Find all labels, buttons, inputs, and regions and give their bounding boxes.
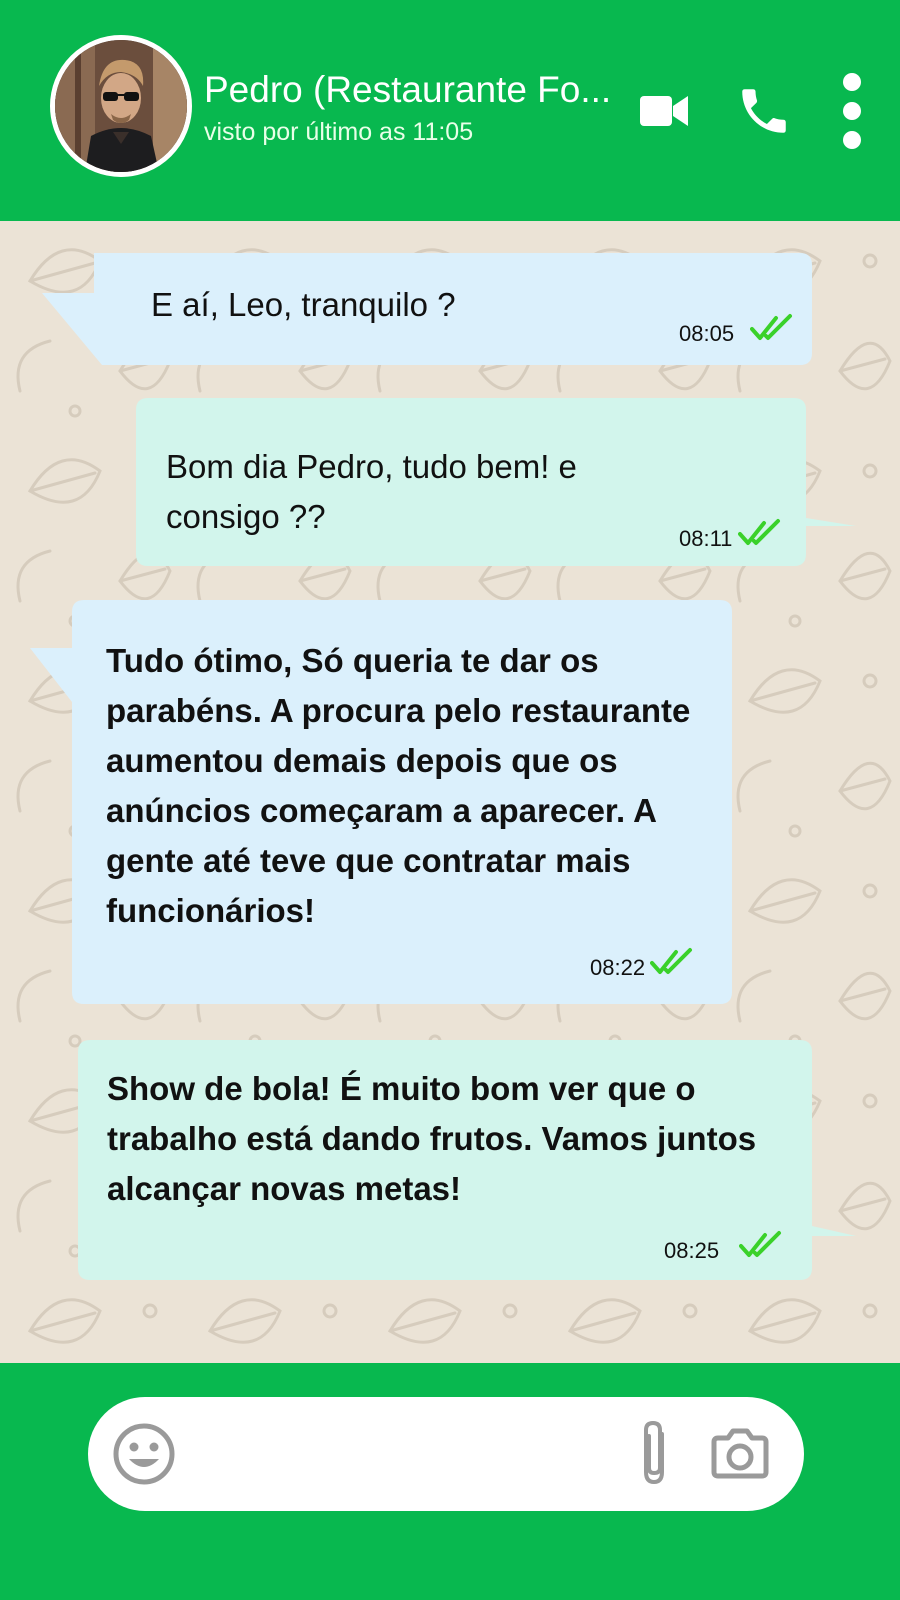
phone-call-icon[interactable] [735, 82, 793, 140]
message-text: Tudo ótimo, Só queria te dar os parabéns… [106, 642, 691, 929]
emoji-icon[interactable] [113, 1423, 175, 1485]
read-receipt-icon [739, 1231, 781, 1257]
message-bubble-incoming[interactable]: Tudo ótimo, Só queria te dar os parabéns… [30, 600, 732, 1004]
last-seen-status: visto por último as 11:05 [204, 118, 474, 146]
contact-avatar[interactable] [50, 35, 192, 177]
message-text: Bom dia Pedro, tudo bem! e consigo ?? [166, 448, 577, 535]
message-time: 08:11 [679, 526, 733, 551]
read-receipt-icon [650, 948, 692, 974]
read-receipt-icon [738, 519, 780, 545]
message-text: E aí, Leo, tranquilo ? [151, 286, 456, 323]
avatar-photo-icon [55, 40, 187, 172]
contact-name[interactable]: Pedro (Restaurante Fo... [204, 68, 634, 112]
camera-icon[interactable] [710, 1428, 770, 1480]
message-time: 08:05 [679, 321, 735, 346]
message-input[interactable] [185, 1420, 609, 1492]
read-receipt-icon [750, 314, 792, 340]
message-time: 08:22 [590, 955, 646, 980]
attach-clip-icon[interactable] [636, 1418, 672, 1488]
message-bubble-outgoing[interactable]: Show de bola! É muito bom ver que o trab… [78, 1040, 856, 1280]
video-call-icon[interactable] [640, 93, 688, 129]
message-text: Show de bola! É muito bom ver que o trab… [107, 1070, 757, 1207]
message-bubble-outgoing[interactable]: Bom dia Pedro, tudo bem! e consigo ?? 08… [136, 398, 856, 566]
more-options-icon[interactable] [840, 72, 864, 150]
message-time: 08:25 [664, 1238, 720, 1263]
message-bubble-incoming[interactable]: E aí, Leo, tranquilo ? 08:05 [42, 253, 812, 365]
